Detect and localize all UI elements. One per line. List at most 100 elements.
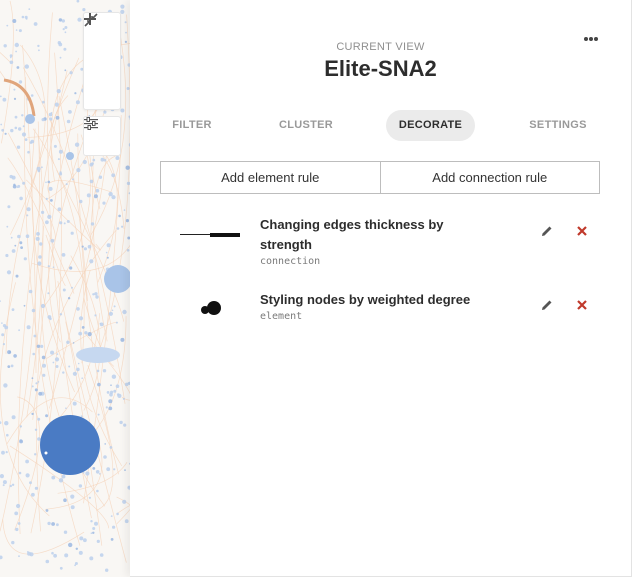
graph-node-small bbox=[7, 365, 11, 368]
edit-rule-button[interactable] bbox=[539, 297, 555, 313]
graph-node[interactable] bbox=[104, 265, 132, 293]
graph-node-small bbox=[106, 467, 111, 472]
graph-node-small bbox=[62, 28, 65, 31]
graph-node-small bbox=[26, 325, 31, 330]
graph-node-small bbox=[31, 492, 35, 497]
graph-node-small bbox=[76, 307, 80, 311]
graph-node-small bbox=[63, 530, 68, 534]
edit-rule-button[interactable] bbox=[539, 223, 555, 239]
graph-node-small bbox=[4, 421, 9, 426]
graph-node-small bbox=[56, 523, 59, 527]
graph-node-small bbox=[77, 17, 82, 22]
graph-node-small bbox=[119, 420, 123, 425]
sliders-icon bbox=[84, 117, 98, 130]
graph-node-small bbox=[59, 221, 63, 225]
graph-node-small bbox=[69, 266, 73, 270]
graph-node-small bbox=[116, 393, 120, 396]
graph-node-small bbox=[89, 556, 94, 561]
graph-node-small bbox=[3, 44, 7, 48]
graph-node-small bbox=[84, 331, 88, 335]
graph-node-small bbox=[88, 496, 91, 499]
graph-node-small bbox=[16, 503, 21, 509]
graph-node-small bbox=[83, 247, 87, 251]
delete-rule-button[interactable] bbox=[574, 297, 590, 313]
graph-node-small bbox=[2, 343, 5, 346]
graph-node-small bbox=[113, 468, 116, 471]
graph-node-small bbox=[37, 381, 40, 383]
graph-node-small bbox=[62, 288, 66, 292]
graph-node-small bbox=[2, 324, 7, 328]
graph-node-large[interactable] bbox=[40, 415, 100, 475]
graph-node-small bbox=[98, 473, 101, 475]
view-caption: CURRENT VIEW bbox=[336, 41, 425, 53]
graph-node-small bbox=[25, 234, 30, 238]
tab-settings[interactable]: SETTINGS bbox=[526, 110, 590, 141]
graph-node-small bbox=[37, 417, 41, 421]
graph-node-small bbox=[24, 138, 28, 142]
graph-node[interactable] bbox=[25, 114, 35, 124]
graph-node-small bbox=[63, 498, 67, 503]
graph-node-small bbox=[76, 168, 81, 173]
graph-node-small bbox=[17, 234, 21, 239]
graph-node-small bbox=[10, 128, 14, 133]
rule-item: Changing edges thickness by strength con… bbox=[160, 214, 600, 274]
graph-node-small bbox=[18, 127, 22, 131]
graph-node-small bbox=[113, 389, 117, 393]
graph-node-small bbox=[96, 539, 100, 544]
graph-node-small bbox=[122, 309, 127, 315]
graph-node-small bbox=[58, 42, 63, 47]
delete-rule-button[interactable] bbox=[574, 223, 590, 239]
graph-node-small bbox=[105, 251, 108, 254]
graph-node-small bbox=[113, 305, 116, 308]
graph-node-small bbox=[63, 47, 67, 51]
graph-node-small bbox=[6, 225, 9, 228]
add-element-rule-button[interactable]: Add element rule bbox=[160, 161, 381, 194]
graph-node-small bbox=[70, 494, 75, 499]
graph-canvas[interactable] bbox=[0, 0, 132, 577]
graph-node-small bbox=[38, 391, 43, 396]
graph-node-small bbox=[28, 8, 31, 11]
graph-node-small bbox=[57, 158, 60, 161]
graph-node-small bbox=[3, 383, 8, 388]
graph-node-small bbox=[13, 97, 17, 100]
graph-node-small bbox=[47, 214, 52, 219]
graph-node-small bbox=[11, 308, 15, 311]
graph-node-small bbox=[18, 80, 23, 84]
graph-node[interactable] bbox=[66, 152, 74, 160]
graph-node-small bbox=[26, 207, 31, 212]
graph-node-small bbox=[19, 425, 22, 428]
fit-to-screen-button[interactable] bbox=[84, 13, 120, 103]
rule-title: Changing edges thickness by strength bbox=[260, 217, 444, 252]
graph-node-small bbox=[19, 439, 23, 444]
graph-node-small bbox=[45, 509, 49, 512]
graph-node-small bbox=[90, 532, 93, 534]
tab-cluster[interactable]: CLUSTER bbox=[274, 110, 338, 141]
graph-options-button[interactable] bbox=[83, 116, 121, 156]
graph-node-small bbox=[0, 123, 3, 126]
graph-node-small bbox=[116, 512, 119, 516]
rule-type: element bbox=[260, 311, 303, 322]
pencil-icon bbox=[542, 300, 552, 310]
graph-node-small bbox=[58, 18, 63, 22]
graph-node-small bbox=[64, 69, 67, 72]
add-rule-buttons: Add element rule Add connection rule bbox=[160, 161, 600, 194]
graph-node-small bbox=[45, 197, 48, 200]
graph-node-small bbox=[5, 451, 8, 454]
graph-node-small bbox=[50, 199, 53, 202]
graph-node-small bbox=[95, 295, 99, 299]
tab-decorate[interactable]: DECORATE bbox=[386, 110, 475, 141]
graph-node-small bbox=[40, 303, 46, 309]
graph-node-small bbox=[109, 392, 113, 397]
graph-node-small bbox=[4, 132, 7, 135]
graph-node-small bbox=[12, 184, 17, 189]
zoom-out-button[interactable] bbox=[84, 18, 120, 74]
add-connection-rule-button[interactable]: Add connection rule bbox=[379, 161, 600, 194]
graph-node[interactable] bbox=[76, 347, 120, 363]
tab-filter[interactable]: FILTER bbox=[160, 110, 224, 141]
graph-node-small bbox=[0, 555, 3, 560]
graph-node-small bbox=[126, 249, 130, 252]
graph-node-small bbox=[7, 205, 11, 209]
graph-node-small bbox=[11, 415, 16, 420]
graph-node-small bbox=[51, 522, 55, 526]
graph-node-small bbox=[21, 15, 25, 19]
